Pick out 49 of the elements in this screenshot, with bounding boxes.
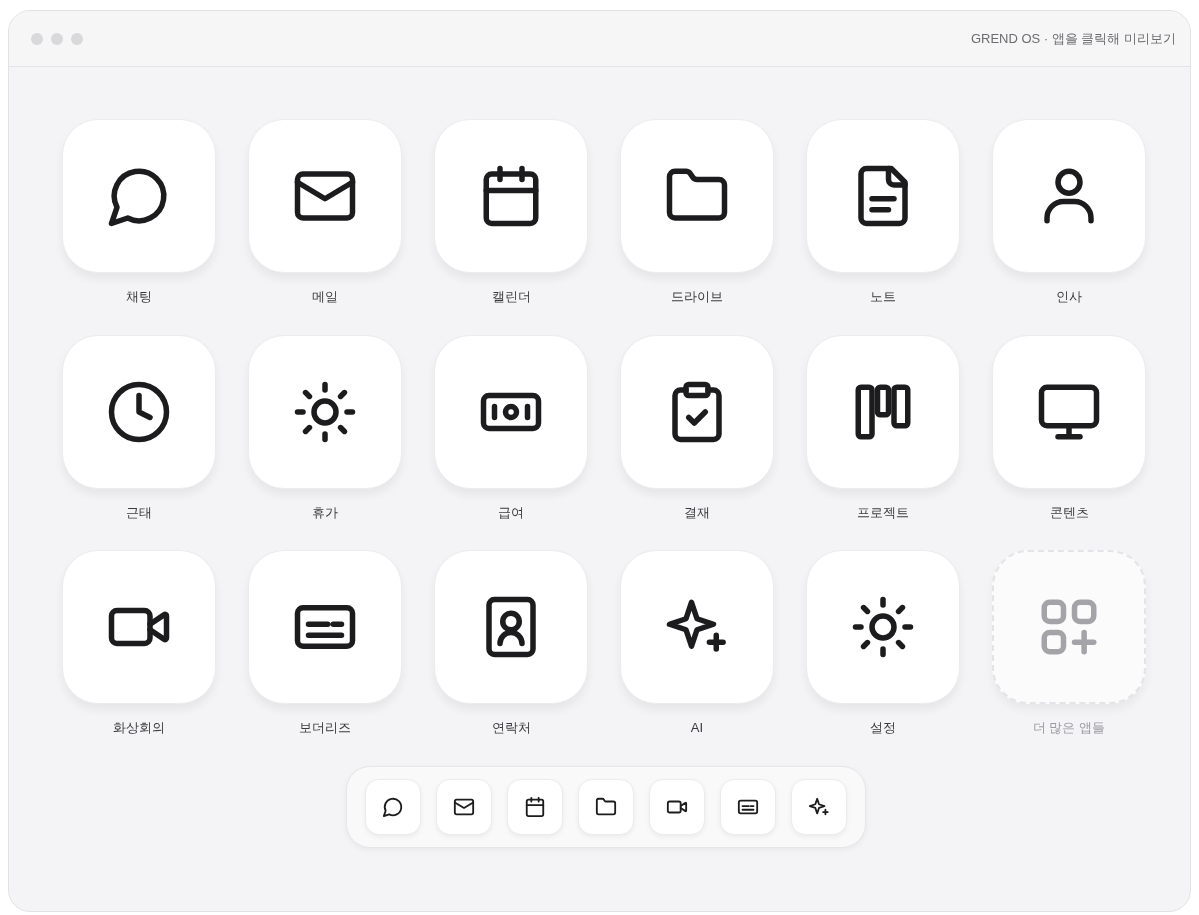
app-label: 근태 <box>126 503 152 522</box>
app-label: 연락처 <box>491 719 531 737</box>
app-tile[interactable] <box>806 119 960 273</box>
dock-button[interactable] <box>719 778 776 835</box>
app-label: 화상회의 <box>113 719 165 737</box>
app-label: 급여 <box>498 503 524 522</box>
app-tile[interactable] <box>62 334 216 489</box>
dock-button[interactable] <box>506 778 563 835</box>
app-label: AI <box>690 719 704 737</box>
dock-button[interactable] <box>435 778 492 835</box>
dock-button[interactable] <box>577 778 634 835</box>
app-tile[interactable] <box>434 119 588 273</box>
app-tile[interactable] <box>806 550 960 704</box>
app-label: 결재 <box>684 503 710 522</box>
app-tile[interactable] <box>620 550 774 704</box>
calendar-icon <box>523 795 546 818</box>
dock-button[interactable] <box>648 778 705 835</box>
dock-button[interactable] <box>364 778 421 835</box>
app-label: 프로젝트 <box>857 503 909 522</box>
sun-icon <box>850 594 916 660</box>
dock-button[interactable] <box>790 778 847 835</box>
app-label: 캘린더 <box>491 288 531 306</box>
app-tile[interactable] <box>434 334 588 489</box>
app-label: 노트 <box>870 288 896 306</box>
chat-bubble-icon <box>381 795 404 818</box>
app-tile[interactable] <box>992 334 1146 489</box>
folder-icon <box>594 795 617 818</box>
app-tile[interactable] <box>992 119 1146 273</box>
app-tile[interactable] <box>620 119 774 273</box>
app-tile[interactable] <box>806 334 960 489</box>
app-label: 드라이브 <box>671 288 723 306</box>
app-label: 휴가 <box>312 503 338 522</box>
sparkles-icon <box>807 795 830 818</box>
app-label: 설정 <box>870 719 896 737</box>
app-tile[interactable] <box>62 119 216 273</box>
app-label: 인사 <box>1056 288 1082 306</box>
app-label: 콘텐츠 <box>1049 503 1089 522</box>
app-label: 채팅 <box>126 288 152 306</box>
app-label: 더 많은 앱들 <box>1032 719 1106 737</box>
more-apps-tile[interactable] <box>992 550 1146 704</box>
app-label: 보더리즈 <box>299 719 351 737</box>
app-tile[interactable] <box>434 550 588 704</box>
app-tile[interactable] <box>62 550 216 704</box>
app-tile[interactable] <box>248 334 402 489</box>
app-tile[interactable] <box>620 334 774 489</box>
window-title: GREND OS · 앱을 클릭해 미리보기 <box>970 29 1176 48</box>
app-tile[interactable] <box>248 119 402 273</box>
app-tile[interactable] <box>248 550 402 704</box>
app-label: 메일 <box>312 288 338 306</box>
